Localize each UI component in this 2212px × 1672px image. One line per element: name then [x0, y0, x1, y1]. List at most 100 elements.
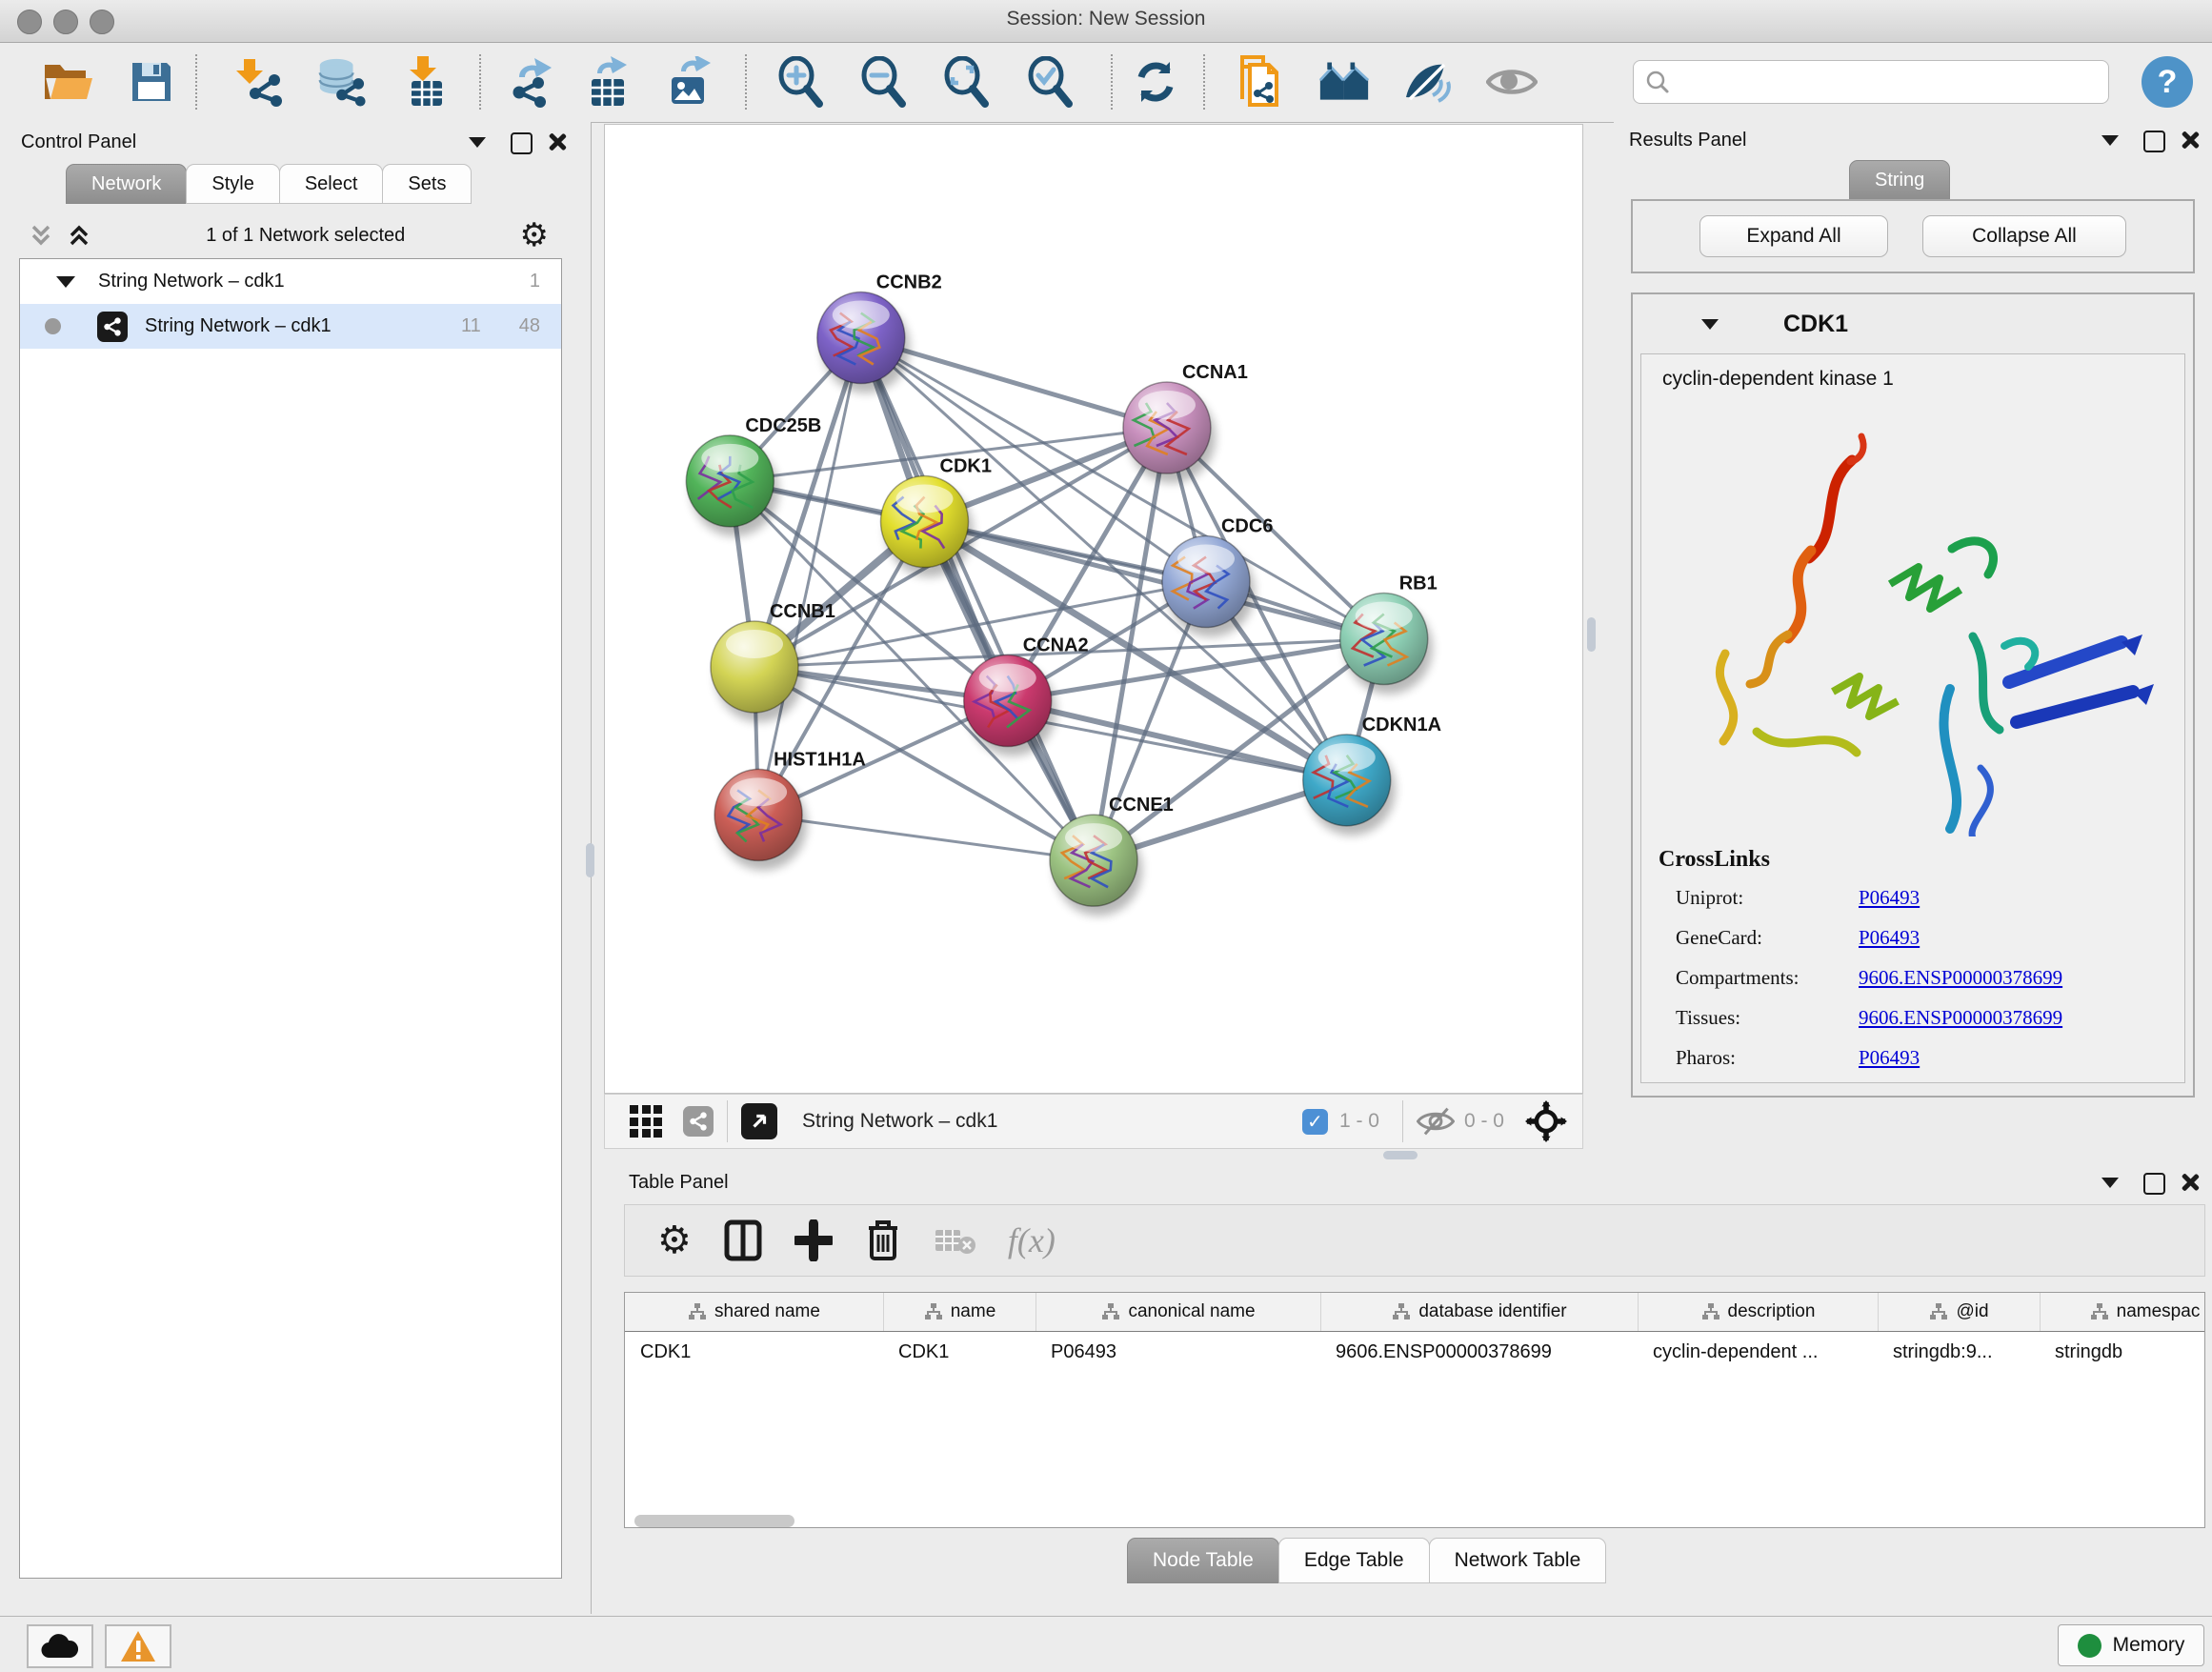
tab-network-table[interactable]: Network Table — [1429, 1538, 1607, 1583]
column-header[interactable]: @id — [1878, 1293, 2040, 1331]
column-header[interactable]: namespac — [2040, 1293, 2205, 1331]
edge-CCNA2-CDKN1A[interactable] — [1008, 701, 1347, 780]
node-RB1[interactable]: RB1 — [1340, 573, 1438, 694]
refresh-button[interactable] — [1130, 56, 1181, 108]
open-in-window-icon[interactable] — [741, 1103, 777, 1139]
save-session-button[interactable] — [126, 56, 177, 108]
warning-status-button[interactable] — [105, 1624, 171, 1668]
import-network-database-button[interactable] — [314, 56, 366, 108]
export-image-button[interactable] — [665, 56, 716, 108]
export-table-button[interactable] — [583, 56, 634, 108]
crosslink-link[interactable]: P06493 — [1859, 926, 1920, 950]
node-CCNA1[interactable]: CCNA1 — [1123, 362, 1248, 483]
panel-menu-icon[interactable] — [2101, 1178, 2119, 1188]
zoom-fit-button[interactable] — [939, 56, 991, 108]
memory-button[interactable]: Memory — [2058, 1624, 2204, 1666]
selected-checkbox[interactable]: ✓ — [1302, 1109, 1328, 1135]
panel-close-icon[interactable] — [2180, 130, 2201, 151]
node-CDC6[interactable]: CDC6 — [1162, 516, 1273, 637]
node-result-title: CDK1 — [1783, 311, 1848, 338]
hidden-eye-slash-icon[interactable] — [1417, 1107, 1455, 1136]
zoom-in-button[interactable] — [774, 56, 825, 108]
panel-menu-icon[interactable] — [2101, 135, 2119, 146]
edge-CCNB2-CCNE1[interactable] — [861, 338, 1094, 861]
table-options-gear-icon[interactable]: ⚙ — [657, 1219, 692, 1262]
node-label-CDKN1A: CDKN1A — [1362, 715, 1441, 735]
panel-float-icon[interactable] — [511, 132, 533, 154]
column-header[interactable]: database identifier — [1320, 1293, 1638, 1331]
string-home-button[interactable] — [1318, 56, 1370, 108]
expand-all-button[interactable]: Expand All — [1699, 215, 1888, 257]
right-splitter-handle[interactable] — [1587, 617, 1596, 652]
panel-close-icon[interactable] — [2180, 1172, 2201, 1193]
tab-edge-table[interactable]: Edge Table — [1278, 1538, 1430, 1583]
node-result-body: cyclin-dependent kinase 1 — [1640, 353, 2185, 1083]
panel-float-icon[interactable] — [2143, 1173, 2165, 1195]
crosslink-link[interactable]: P06493 — [1859, 886, 1920, 910]
open-session-button[interactable] — [42, 56, 93, 108]
crosslink-link[interactable]: 9606.ENSP00000378699 — [1859, 966, 2062, 990]
tab-select[interactable]: Select — [279, 164, 384, 204]
delete-column-icon[interactable] — [865, 1219, 901, 1262]
toolbar-separator — [195, 54, 197, 110]
show-hidden-button[interactable] — [1486, 56, 1538, 108]
column-header[interactable]: shared name — [625, 1293, 883, 1331]
panel-menu-icon[interactable] — [469, 137, 486, 148]
network-collection-row[interactable]: String Network – cdk1 1 — [20, 259, 561, 304]
zoom-out-button[interactable] — [856, 56, 908, 108]
crosslinks-section: CrossLinks Uniprot: P06493 GeneCard: P06… — [1659, 847, 2184, 1070]
network-graph[interactable]: CCNB2 CCNA1 CDC25B CDK1 CDC6 — [605, 125, 1582, 1093]
table-row[interactable]: CDK1 CDK1 P06493 9606.ENSP00000378699 cy… — [625, 1332, 2204, 1372]
node-HIST1H1A[interactable]: HIST1H1A — [714, 749, 866, 870]
network-options-gear-icon[interactable]: ⚙ — [520, 216, 549, 254]
tab-sets[interactable]: Sets — [382, 164, 472, 204]
edge-CCNE1-HIST1H1A[interactable] — [758, 815, 1094, 860]
section-collapse-icon[interactable] — [1701, 319, 1719, 330]
collapse-all-button[interactable]: Collapse All — [1922, 215, 2126, 257]
node-table: shared name name canonical name database… — [624, 1292, 2205, 1528]
birdseye-crosshair-icon[interactable] — [1525, 1100, 1567, 1142]
crosslink-link[interactable]: P06493 — [1859, 1046, 1920, 1070]
bottom-splitter-handle[interactable] — [1383, 1151, 1418, 1159]
expand-all-chevrons-icon[interactable] — [67, 223, 91, 248]
network-canvas[interactable]: CCNB2 CCNA1 CDC25B CDK1 CDC6 — [604, 124, 1583, 1094]
node-label-CDC6: CDC6 — [1221, 516, 1273, 537]
zoom-selected-button[interactable] — [1023, 56, 1075, 108]
column-header[interactable]: canonical name — [1036, 1293, 1320, 1331]
enhanced-labels-button[interactable] — [1402, 56, 1454, 108]
search-input[interactable] — [1679, 71, 2108, 94]
toolbar-separator — [1203, 54, 1205, 110]
edge-CCNB2-HIST1H1A[interactable] — [758, 338, 861, 816]
node-result-header[interactable]: CDK1 — [1633, 294, 2193, 353]
zoom-fit-icon — [941, 56, 989, 108]
search-field[interactable] — [1633, 60, 2109, 104]
column-header[interactable]: description — [1638, 1293, 1878, 1331]
node-CDK1[interactable]: CDK1 — [881, 456, 992, 577]
show-columns-icon[interactable] — [724, 1219, 762, 1261]
column-header[interactable]: name — [883, 1293, 1036, 1331]
results-actions-box: Expand All Collapse All — [1631, 199, 2195, 273]
import-table-button[interactable] — [400, 56, 452, 108]
panel-float-icon[interactable] — [2143, 131, 2165, 152]
tab-style[interactable]: Style — [186, 164, 279, 204]
toolbar-separator — [727, 1100, 728, 1142]
export-network-button[interactable] — [502, 56, 553, 108]
left-splitter-handle[interactable] — [586, 843, 594, 877]
help-button[interactable]: ? — [2142, 56, 2193, 108]
tab-network[interactable]: Network — [66, 164, 187, 204]
title-bar: Session: New Session — [0, 0, 2212, 43]
table-horizontal-scrollbar[interactable] — [634, 1515, 794, 1527]
collection-expand-icon[interactable] — [56, 276, 75, 288]
network-type-share-icon[interactable] — [683, 1106, 714, 1137]
add-column-icon[interactable] — [794, 1219, 833, 1261]
network-row-selected[interactable]: String Network – cdk1 11 48 — [20, 304, 561, 349]
cloud-status-button[interactable] — [27, 1624, 93, 1668]
crosslink-link[interactable]: 9606.ENSP00000378699 — [1859, 1006, 2062, 1030]
tab-string[interactable]: String — [1849, 160, 1950, 200]
grid-view-icon[interactable] — [630, 1105, 662, 1138]
clone-network-button[interactable] — [1234, 56, 1285, 108]
tab-node-table[interactable]: Node Table — [1127, 1538, 1279, 1583]
collapse-all-chevrons-icon[interactable] — [29, 223, 53, 248]
import-network-file-button[interactable] — [232, 56, 284, 108]
panel-close-icon[interactable] — [547, 131, 568, 152]
